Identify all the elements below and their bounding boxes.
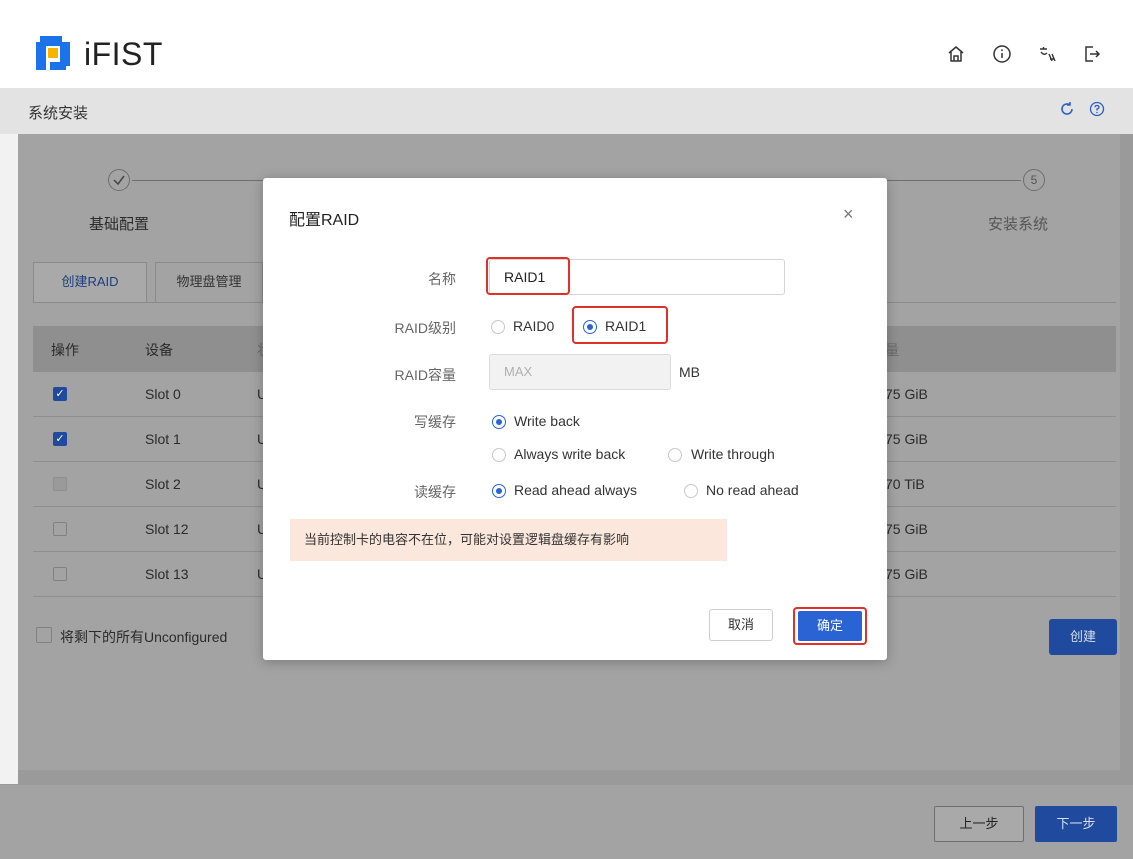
highlight-box bbox=[572, 306, 668, 344]
name-label: 名称 bbox=[428, 271, 456, 287]
tab-physical-disk[interactable]: 物理盘管理 bbox=[155, 262, 263, 302]
help-icon[interactable] bbox=[1088, 101, 1106, 119]
highlight-box bbox=[486, 257, 570, 295]
read-ahead-always-label[interactable]: Read ahead always bbox=[514, 482, 637, 498]
create-button[interactable]: 创建 bbox=[1049, 619, 1117, 655]
subheader: 系统安装 bbox=[0, 88, 1133, 134]
cell-device: Slot 1 bbox=[145, 431, 181, 447]
info-icon[interactable] bbox=[992, 44, 1012, 64]
cell-capacity: 75 GiB bbox=[885, 566, 928, 582]
select-remaining-label: 将剩下的所有Unconfigured bbox=[60, 629, 228, 645]
cell-capacity: 75 GiB bbox=[885, 431, 928, 447]
row-checkbox[interactable] bbox=[53, 567, 67, 581]
tab-create-raid[interactable]: 创建RAID bbox=[33, 262, 147, 302]
row-checkbox[interactable] bbox=[53, 522, 67, 536]
cell-capacity: 75 GiB bbox=[885, 521, 928, 537]
logout-icon[interactable] bbox=[1082, 44, 1102, 64]
step-connector bbox=[132, 180, 264, 181]
cancel-button[interactable]: 取消 bbox=[709, 609, 773, 641]
prev-step-button[interactable]: 上一步 bbox=[934, 806, 1024, 842]
page-title: 系统安装 bbox=[28, 105, 89, 122]
write-back-radio[interactable] bbox=[492, 415, 506, 429]
column-header-capacity: 量 bbox=[885, 342, 899, 358]
no-read-ahead-label[interactable]: No read ahead bbox=[706, 482, 799, 498]
cell-device: Slot 0 bbox=[145, 386, 181, 402]
select-remaining-checkbox[interactable] bbox=[36, 627, 52, 643]
raid-capacity-label: RAID容量 bbox=[394, 367, 456, 383]
no-read-ahead-radio[interactable] bbox=[684, 484, 698, 498]
brand-name: iFIST bbox=[84, 36, 163, 72]
step-5-label: 安装系统 bbox=[988, 216, 1049, 233]
refresh-icon[interactable] bbox=[1058, 101, 1076, 119]
configure-raid-dialog: 配置RAID × 名称 RAID1 RAID级别 RAID0 RAID1 RAI… bbox=[263, 178, 887, 660]
raid0-radio[interactable] bbox=[491, 320, 505, 334]
write-through-radio[interactable] bbox=[668, 448, 682, 462]
ifist-logo-icon bbox=[36, 36, 70, 70]
cell-capacity: 70 TiB bbox=[885, 476, 925, 492]
write-through-label[interactable]: Write through bbox=[691, 446, 775, 462]
step-1-label: 基础配置 bbox=[89, 216, 150, 233]
write-cache-label: 写缓存 bbox=[414, 414, 456, 430]
step-1-done-icon bbox=[108, 169, 130, 191]
capacity-input[interactable]: MAX bbox=[489, 354, 671, 390]
raid0-label[interactable]: RAID0 bbox=[513, 318, 554, 334]
cell-device: Slot 12 bbox=[145, 521, 189, 537]
cell-device: Slot 13 bbox=[145, 566, 189, 582]
step-5-circle: 5 bbox=[1023, 169, 1045, 191]
row-checkbox bbox=[53, 477, 67, 491]
row-checkbox[interactable]: ✓ bbox=[53, 387, 67, 401]
capacity-unit: MB bbox=[679, 364, 700, 380]
home-icon[interactable] bbox=[946, 44, 966, 64]
close-icon[interactable]: × bbox=[843, 204, 854, 225]
cell-device: Slot 2 bbox=[145, 476, 181, 492]
read-cache-label: 读缓存 bbox=[414, 484, 456, 500]
capacitor-warning: 当前控制卡的电容不在位，可能对设置逻辑盘缓存有影响 bbox=[290, 519, 727, 561]
app-header: iFIST bbox=[0, 12, 1133, 88]
always-write-back-radio[interactable] bbox=[492, 448, 506, 462]
dialog-title: 配置RAID bbox=[289, 212, 360, 229]
highlight-box bbox=[793, 607, 867, 645]
next-step-button[interactable]: 下一步 bbox=[1035, 806, 1117, 842]
top-border bbox=[0, 0, 1133, 12]
always-write-back-label[interactable]: Always write back bbox=[514, 446, 625, 462]
raid-level-label: RAID级别 bbox=[394, 320, 456, 336]
cell-capacity: 75 GiB bbox=[885, 386, 928, 402]
column-header-device: 设备 bbox=[145, 342, 173, 358]
write-back-label[interactable]: Write back bbox=[514, 413, 580, 429]
step-connector bbox=[887, 180, 1021, 181]
row-checkbox[interactable]: ✓ bbox=[53, 432, 67, 446]
read-ahead-always-radio[interactable] bbox=[492, 484, 506, 498]
language-icon[interactable] bbox=[1037, 44, 1057, 64]
column-header-action: 操作 bbox=[51, 342, 79, 358]
